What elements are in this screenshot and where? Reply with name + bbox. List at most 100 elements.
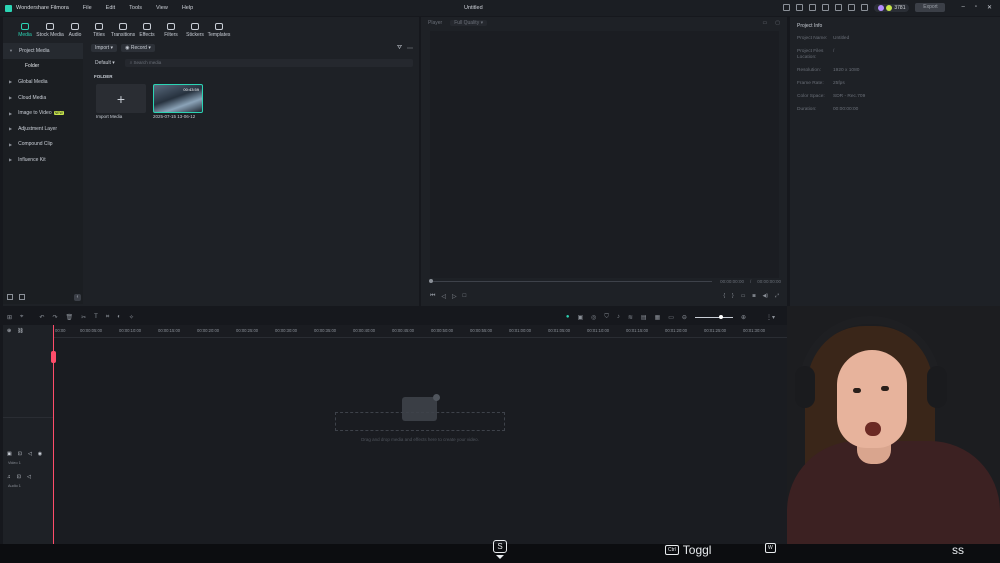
mark-in-icon[interactable]: { [723,293,725,299]
zoom-in-icon[interactable]: ⊕ [741,314,746,321]
megaphone-icon[interactable] [783,4,791,11]
collapse-sidebar-button[interactable]: ‹ [74,293,81,301]
ctrl-key: Ctrl [665,545,679,555]
tab-effects[interactable]: Effects [135,17,159,41]
volume-icon[interactable]: ◀) [762,293,768,299]
maximize-icon[interactable]: ▫ [975,4,977,11]
tab-audio[interactable]: Audio [63,17,87,41]
drop-zone[interactable] [335,412,505,431]
monitor-icon[interactable] [809,4,817,11]
credits-badge[interactable]: 3781 [874,3,910,12]
color-icon[interactable]: ◐ [117,314,121,320]
scrub-bar[interactable] [430,281,712,282]
mute-icon[interactable]: ◁ [28,451,32,457]
layout-icon[interactable]: ⊞ [7,314,12,321]
magic-icon[interactable]: ✧ [129,314,134,321]
shield-icon[interactable]: ⛉ [604,314,609,321]
search-input[interactable]: ⌕ Search media [124,59,413,67]
effects-icon [143,23,151,30]
time-ruler[interactable]: 00:00 00:00:05:00 00:00:10:00 00:00:15:0… [53,325,787,338]
export-button[interactable]: Export [915,3,946,12]
redo-icon[interactable]: ↷ [52,314,57,321]
ai-icon[interactable]: ● [566,314,570,320]
auto-reframe-icon[interactable]: ▣ [577,314,583,321]
camera-icon[interactable]: ◙ [752,293,755,299]
playhead-handle[interactable] [51,351,56,363]
mic-icon[interactable]: ♪ [617,314,620,320]
record-button[interactable]: ◉ Record ▾ [121,44,155,52]
mixer-icon[interactable]: ≋ [628,314,633,321]
device-icon[interactable] [796,4,804,11]
play-icon[interactable]: ▷ [452,293,457,300]
settings-icon[interactable]: ⋮▾ [766,314,775,321]
sidebar-item-influence-kit[interactable]: ▶ Influence Kit [3,152,83,168]
menu-edit[interactable]: Edit [106,5,115,11]
mark-out-icon[interactable]: } [732,293,734,299]
tab-filters[interactable]: Filters [159,17,183,41]
expand-icon[interactable]: ⤢ [775,293,779,299]
zoom-out-icon[interactable]: ⊖ [682,314,687,321]
sidebar-item-global-media[interactable]: ▶ Global Media [3,74,83,90]
display-icon[interactable]: ▭ [741,293,746,299]
player-timecodes: 00:00:00:00 / 00:00:00:00 [720,279,781,284]
eye-icon[interactable]: ◉ [38,451,42,457]
cloud-icon[interactable] [822,4,830,11]
sidebar-item-folder[interactable]: Folder [3,59,83,75]
render-icon[interactable]: ◎ [591,314,596,321]
minimize-icon[interactable]: – [961,4,964,11]
select-tool-icon[interactable]: ⌖ [20,314,23,321]
menu-help[interactable]: Help [182,5,193,11]
folder-icon[interactable] [19,294,25,300]
menu-view[interactable]: View [156,5,168,11]
play-back-icon[interactable]: ◁ [441,293,446,300]
tab-titles[interactable]: Titles [87,17,111,41]
sort-dropdown[interactable]: Default ▾ [91,59,119,67]
timeline[interactable]: ⊕ ⛓ ▣ ⊡ ◁ ◉ Video 1 ♫ ⊡ ◁ Audio 1 00:00 … [3,325,787,545]
sidebar-item-image-to-video[interactable]: ▶ Image to Video NEW [3,105,83,121]
tab-templates[interactable]: Templates [207,17,231,41]
bell-icon[interactable] [861,4,869,11]
snapshot-icon[interactable]: ▭ [763,20,768,26]
undo-icon[interactable]: ↶ [39,314,44,321]
menu-file[interactable]: File [83,5,92,11]
more-options-icon[interactable]: ⋯ [407,45,413,52]
tab-media[interactable]: Media [13,17,37,41]
quality-dropdown[interactable]: Full Quality ▾ [450,20,488,26]
crop-icon[interactable]: ⌗ [106,314,109,321]
lock-icon[interactable]: ⊡ [18,451,22,457]
zoom-handle[interactable] [718,314,723,319]
gear-icon[interactable] [848,4,856,11]
menu-tools[interactable]: Tools [129,5,142,11]
sidebar-item-cloud-media[interactable]: ▶ Cloud Media [3,90,83,106]
sidebar-item-compound-clip[interactable]: ▶ Compound Clip [3,137,83,153]
tab-stock-media[interactable]: Stock Media [36,17,64,41]
fit-icon[interactable]: ▭ [668,314,674,321]
scrub-handle[interactable] [429,279,433,283]
delete-icon[interactable]: 🗑 [65,314,73,321]
tab-stickers[interactable]: Stickers [183,17,207,41]
house-icon[interactable] [835,4,843,11]
sidebar-item-adjustment-layer[interactable]: ▶ Adjustment Layer [3,121,83,137]
new-folder-icon[interactable] [7,294,13,300]
tab-transitions[interactable]: Transitions [111,17,135,41]
mute-icon[interactable]: ◁ [27,474,31,480]
media-clip-card[interactable]: 00:43:59 2025-07-15 13-06-12 [153,84,203,119]
import-button[interactable]: Import ▾ [91,44,118,52]
plus-icon: + [96,84,146,113]
zoom-slider[interactable] [694,314,733,319]
lock-icon[interactable]: ⊡ [17,474,21,480]
snapshot-tl-icon[interactable]: ▤ [641,314,647,321]
filter-icon[interactable]: ⛛ [397,45,402,52]
stop-icon[interactable]: □ [463,293,467,300]
link-icon[interactable]: ⛓ [17,328,23,334]
split-icon[interactable]: ✂ [81,314,86,321]
preview-canvas[interactable] [429,31,779,278]
close-icon[interactable]: ✕ [987,4,992,11]
text-tool-icon[interactable]: T [94,314,98,320]
import-media-card[interactable]: + Import Media [96,84,146,119]
fullscreen-icon[interactable]: ▢ [775,20,780,26]
pip-icon[interactable]: ▦ [655,314,661,321]
prev-frame-icon[interactable]: ⏮ [430,293,435,300]
sidebar-item-project-media[interactable]: ▼ Project Media [3,43,83,59]
add-track-icon[interactable]: ⊕ [7,328,11,334]
